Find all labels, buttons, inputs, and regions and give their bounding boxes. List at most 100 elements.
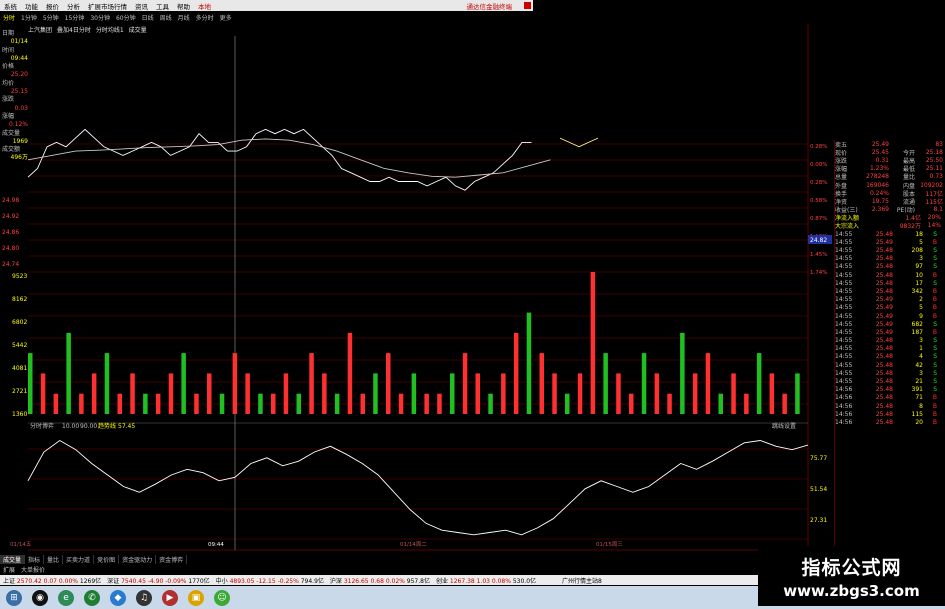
tick-row[interactable]: 14:56 25.48 115 B — [835, 410, 945, 418]
tick-row[interactable]: 14:55 25.48 342 B — [835, 287, 945, 295]
tick-row[interactable]: 14:55 25.48 17 S — [835, 279, 945, 287]
indicator-tabs: 成交量 指标 量比 买卖力道 竞价图 资金驱动力 资金博弈 — [0, 555, 310, 564]
tick-side: B — [932, 271, 937, 279]
tick-row[interactable]: 14:56 25.48 71 B — [835, 394, 945, 402]
sub-tab[interactable]: 大单报价 — [18, 565, 48, 574]
index-quote[interactable]: 上证 2570.42 0.07 0.00% 1269亿 — [0, 576, 104, 585]
folder-icon[interactable]: ▣ — [188, 589, 204, 606]
indicator-tab[interactable]: 竞价图 — [94, 555, 120, 564]
wechat-icon[interactable]: ☺ — [214, 589, 230, 606]
menu-item[interactable]: 资讯 — [131, 1, 152, 11]
index-quote[interactable]: 中小 4893.05 -12.15 -0.25% 794.9亿 — [213, 576, 327, 585]
quote-value: 25.45 — [871, 148, 889, 156]
tick-row[interactable]: 14:55 25.49 682 S — [835, 320, 945, 328]
intraday-chart[interactable]: 24.98 24.92 24.86 24.80 24.74 0.28% 0.00% 0.28%… — [0, 24, 834, 554]
period-tab[interactable]: 日线 — [139, 13, 157, 22]
pct-axis-label: 0.28% — [810, 144, 827, 150]
tick-row[interactable]: 14:56 25.48 8 B — [835, 402, 945, 410]
period-tab[interactable]: 月线 — [175, 13, 193, 22]
phone-icon[interactable]: ✆ — [84, 589, 100, 606]
period-tab[interactable]: 更多 — [217, 13, 235, 22]
tick-row[interactable]: 14:56 25.48 20 B — [835, 418, 945, 426]
tick-volume: 4 — [919, 353, 923, 361]
volume-bar — [680, 332, 685, 414]
period-tab[interactable]: 周线 — [157, 13, 175, 22]
volume-bar — [347, 332, 353, 414]
browser-icon[interactable]: e — [58, 589, 74, 606]
tick-row[interactable]: 14:55 25.49 5 B — [835, 238, 945, 246]
tick-row[interactable]: 14:55 25.48 21 S — [835, 377, 945, 385]
menu-item[interactable]: 报价 — [42, 1, 63, 11]
indicator-tab[interactable]: 买卖力道 — [63, 555, 95, 564]
tick-row[interactable]: 14:55 25.48 3 S — [835, 369, 945, 377]
period-tab[interactable]: 15分钟 — [62, 13, 88, 22]
indicator-tab[interactable]: 成交量 — [0, 555, 26, 564]
tick-row[interactable]: 14:55 25.48 208 S — [835, 246, 945, 254]
index-quote[interactable]: 创业 1267.38 1.03 0.08% 530.0亿 — [433, 576, 539, 585]
close-icon[interactable] — [524, 2, 531, 9]
tick-row[interactable]: 14:55 25.48 4 S — [835, 353, 945, 361]
flow-row: 大宗流入 9832万 14% — [835, 222, 945, 230]
tick-row[interactable]: 14:55 25.48 3 S — [835, 337, 945, 345]
menu-item[interactable]: 分析 — [63, 1, 84, 11]
sub-tab[interactable]: 扩展 — [0, 565, 18, 574]
menu-item[interactable]: 系统 — [0, 1, 21, 11]
tick-row[interactable]: 14:55 25.48 1 S — [835, 345, 945, 353]
tick-price: 25.48 — [875, 279, 893, 287]
indicator-tab[interactable]: 资金博弈 — [156, 555, 188, 564]
music-icon[interactable]: ♫ — [136, 589, 152, 606]
tick-side: B — [932, 394, 937, 402]
tick-row[interactable]: 14:55 25.48 10 B — [835, 271, 945, 279]
menu-item[interactable]: 功能 — [21, 1, 42, 11]
indicator-tab[interactable]: 指标 — [25, 555, 45, 564]
tick-row[interactable]: 14:55 25.49 187 B — [835, 328, 945, 336]
indicator-tab[interactable]: 量比 — [44, 555, 64, 564]
tick-side: B — [932, 296, 937, 304]
period-tab[interactable]: 分时 — [0, 13, 18, 22]
tick-row[interactable]: 14:55 25.49 2 B — [835, 296, 945, 304]
tick-row[interactable]: 14:55 25.49 5 B — [835, 304, 945, 312]
qq-icon[interactable]: ◉ — [32, 589, 48, 606]
volume-bar — [411, 373, 417, 414]
tick-price: 25.48 — [875, 410, 893, 418]
tick-row[interactable]: 14:55 25.49 9 B — [835, 312, 945, 320]
index-amount: 1269亿 — [79, 577, 102, 585]
volume-bar — [181, 353, 186, 414]
tick-row[interactable]: 14:56 25.48 391 S — [835, 386, 945, 394]
period-tab[interactable]: 30分钟 — [87, 13, 113, 22]
tick-time: 14:56 — [835, 394, 853, 402]
tick-row[interactable]: 14:55 25.48 18 S — [835, 230, 945, 238]
tick-price: 25.48 — [875, 378, 893, 386]
menu-item[interactable]: 扩展市场行情 — [84, 1, 131, 11]
quote-value: 169046 — [866, 181, 889, 189]
tick-row[interactable]: 14:55 25.48 3 S — [835, 255, 945, 263]
period-tab[interactable]: 多分时 — [193, 13, 217, 22]
period-tab[interactable]: 60分钟 — [113, 13, 139, 22]
volume-bar — [360, 393, 365, 414]
tick-volume: 391 — [911, 386, 923, 394]
tick-time: 14:55 — [835, 230, 853, 238]
quote-summary: 卖五 25.49 83 现价 25.45 今开 25.18 涨跌 0.31 最高 25.50 涨幅 1.… — [835, 140, 945, 215]
indicator-tab[interactable]: 资金驱动力 — [119, 555, 157, 564]
tick-list[interactable]: 14:55 25.48 18 S 14:55 25.49 5 B 14:55 25.48 208 S 1… — [835, 230, 945, 427]
tick-row[interactable]: 14:55 25.48 42 S — [835, 361, 945, 369]
menu-item-local[interactable]: 本地 — [194, 1, 215, 11]
index-change: 0.07 — [43, 577, 59, 585]
tick-row[interactable]: 14:55 25.48 97 S — [835, 263, 945, 271]
media-icon[interactable]: ▶ — [162, 589, 178, 606]
menu-item[interactable]: 工具 — [152, 1, 173, 11]
volume-bar — [219, 393, 225, 414]
period-tab[interactable]: 1分钟 — [18, 13, 40, 22]
index-quote[interactable]: 沪深 3126.65 0.68 0.02% 957.8亿 — [327, 576, 433, 585]
period-tab[interactable]: 5分钟 — [40, 13, 62, 22]
app-icon[interactable]: ◆ — [110, 589, 126, 606]
quote-value: 0.24% — [869, 189, 889, 197]
menu-item[interactable]: 帮助 — [173, 1, 194, 11]
index-quote[interactable]: 深证 7540.45 -4.90 -0.09% 1770亿 — [104, 576, 213, 585]
indicator-axis-label: 27.31 — [810, 517, 827, 524]
volume-bar — [756, 353, 762, 414]
start-icon[interactable]: ⊞ — [6, 589, 22, 606]
current-price-tag: 24.82 — [810, 237, 827, 244]
volume-bar — [769, 373, 775, 414]
tick-price: 25.48 — [875, 361, 893, 369]
